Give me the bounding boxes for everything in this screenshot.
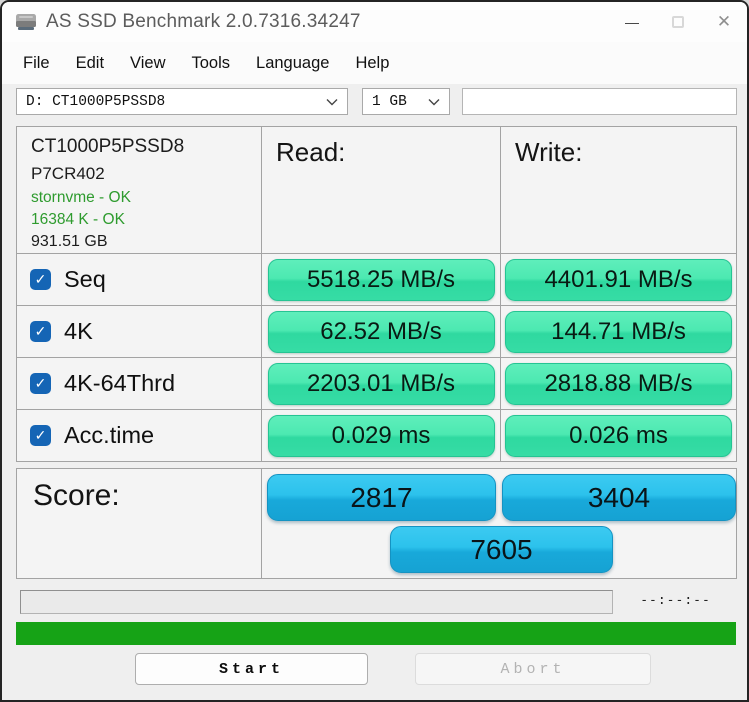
drive-model: CT1000P5PSSD8 — [31, 136, 185, 157]
table-row-4k64-label: ✓ 4K-64Thrd — [17, 358, 261, 409]
4k64thrd-checkbox[interactable]: ✓ — [30, 373, 51, 394]
checkbox-check-icon: ✓ — [34, 375, 47, 391]
chevron-down-icon — [428, 98, 440, 105]
maximize-icon — [672, 16, 684, 28]
drive-info-panel: CT1000P5PSSD8 P7CR402 stornvme - OK 1638… — [17, 127, 261, 253]
checkbox-check-icon: ✓ — [34, 427, 47, 443]
score-divider — [261, 469, 262, 578]
write-column-header: Write: — [501, 127, 736, 253]
table-row-seq-label: ✓ Seq — [17, 254, 261, 305]
4k-write-cell: 144.71 MB/s — [501, 306, 736, 357]
app-window: AS SSD Benchmark 2.0.7316.34247 — ✕ File… — [0, 0, 749, 702]
menu-tools[interactable]: Tools — [179, 48, 244, 79]
acctime-read-cell: 0.029 ms — [262, 410, 500, 461]
4k-write-value: 144.71 MB/s — [505, 310, 732, 353]
checkbox-check-icon: ✓ — [34, 271, 47, 287]
seq-write-value: 4401.91 MB/s — [505, 258, 732, 301]
4k-read-cell: 62.52 MB/s — [262, 306, 500, 357]
close-icon: ✕ — [716, 12, 732, 31]
info-field — [462, 88, 737, 115]
checkbox-check-icon: ✓ — [34, 323, 47, 339]
minimize-icon: — — [625, 14, 639, 30]
maximize-button[interactable] — [655, 2, 701, 42]
drive-select[interactable]: D: CT1000P5PSSD8 — [16, 88, 348, 115]
driver-status: stornvme - OK — [31, 189, 131, 206]
acctime-write-value: 0.026 ms — [505, 414, 732, 457]
seq-read-value: 5518.25 MB/s — [267, 258, 495, 301]
close-button[interactable]: ✕ — [701, 2, 747, 42]
menubar: File Edit View Tools Language Help — [2, 42, 747, 84]
test-size-value: 1 GB — [372, 93, 407, 110]
abort-button: Abort — [415, 653, 651, 685]
acctime-write-cell: 0.026 ms — [501, 410, 736, 461]
4k-read-value: 62.52 MB/s — [267, 310, 495, 353]
app-hdd-icon — [16, 14, 36, 30]
progress-bar — [20, 590, 613, 614]
row-label: 4K-64Thrd — [64, 370, 176, 396]
menu-help[interactable]: Help — [342, 48, 402, 79]
4k64thrd-read-value: 2203.01 MB/s — [267, 362, 495, 405]
4k64thrd-write-value: 2818.88 MB/s — [505, 362, 732, 405]
acctime-checkbox[interactable]: ✓ — [30, 425, 51, 446]
elapsed-timer: --:--:-- — [640, 593, 711, 608]
menu-language[interactable]: Language — [243, 48, 342, 79]
acctime-read-value: 0.029 ms — [267, 414, 495, 457]
menu-file[interactable]: File — [10, 48, 63, 79]
row-label: Acc.time — [64, 422, 155, 448]
chevron-down-icon — [326, 98, 338, 105]
test-size-select[interactable]: 1 GB — [362, 88, 450, 115]
seq-checkbox[interactable]: ✓ — [30, 269, 51, 290]
drive-firmware: P7CR402 — [31, 164, 105, 183]
4k64thrd-read-cell: 2203.01 MB/s — [262, 358, 500, 409]
window-controls: — ✕ — [609, 2, 747, 42]
read-column-header: Read: — [262, 127, 500, 253]
alignment-status: 16384 K - OK — [31, 211, 125, 228]
write-score-value: 3404 — [502, 474, 736, 521]
menu-view[interactable]: View — [117, 48, 178, 79]
score-label: Score: — [33, 479, 120, 512]
read-score-value: 2817 — [267, 474, 496, 521]
overall-progress-bar — [16, 622, 736, 645]
drive-select-value: D: CT1000P5PSSD8 — [26, 93, 166, 110]
seq-write-cell: 4401.91 MB/s — [501, 254, 736, 305]
start-button[interactable]: Start — [135, 653, 368, 685]
minimize-button[interactable]: — — [609, 2, 655, 42]
score-panel: Score: 2817 3404 7605 — [16, 468, 737, 579]
4k-checkbox[interactable]: ✓ — [30, 321, 51, 342]
4k64thrd-write-cell: 2818.88 MB/s — [501, 358, 736, 409]
table-row-4k-label: ✓ 4K — [17, 306, 261, 357]
row-label: 4K — [64, 318, 93, 344]
row-label: Seq — [64, 266, 106, 292]
titlebar: AS SSD Benchmark 2.0.7316.34247 — ✕ — [2, 2, 747, 42]
window-title: AS SSD Benchmark 2.0.7316.34247 — [46, 11, 361, 32]
table-row-acctime-label: ✓ Acc.time — [17, 410, 261, 461]
seq-read-cell: 5518.25 MB/s — [262, 254, 500, 305]
drive-capacity: 931.51 GB — [31, 233, 108, 250]
results-table: CT1000P5PSSD8 P7CR402 stornvme - OK 1638… — [16, 126, 737, 462]
total-score-value: 7605 — [390, 526, 613, 573]
menu-edit[interactable]: Edit — [63, 48, 117, 79]
